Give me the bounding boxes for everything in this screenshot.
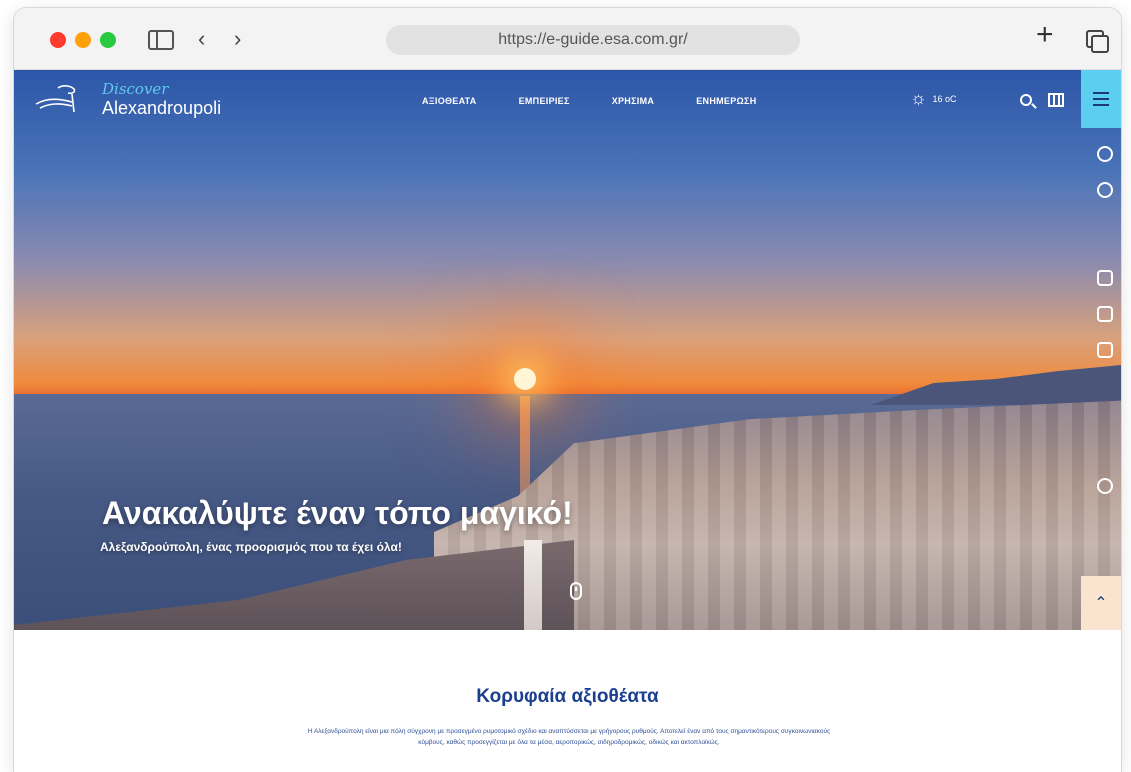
sidebar-toggle-icon[interactable] — [148, 30, 174, 50]
tabs-overview-icon[interactable] — [1086, 30, 1109, 53]
section-description: Η Αλεξανδρούπολη είναι μια πόλη σύγχρονη… — [307, 728, 831, 746]
browser-window: ‹ › https://e-guide.esa.com.gr/ + Discov… — [14, 8, 1121, 772]
chevron-up-icon: ⌃ — [1094, 595, 1108, 612]
hero-sun — [514, 368, 536, 390]
main-nav: ΑΞΙΟΘΕΑΤΑ ΕΜΠΕΙΡΙΕΣ ΧΡΗΣΙΜΑ ΕΝΗΜΕΡΩΣΗ — [422, 96, 799, 106]
nav-item-experiences[interactable]: ΕΜΠΕΙΡΙΕΣ — [519, 96, 570, 106]
logo-discover-text[interactable]: Discover — [102, 80, 168, 98]
back-to-top-button[interactable]: ⌃ — [1081, 576, 1121, 630]
scroll-down-icon[interactable] — [570, 582, 582, 600]
nav-item-sights[interactable]: ΑΞΙΟΘΕΑΤΑ — [422, 96, 477, 106]
section-title: Κορυφαία αξιοθέατα — [476, 686, 659, 707]
facebook-icon[interactable] — [1097, 270, 1113, 286]
instagram-icon[interactable] — [1097, 306, 1113, 322]
close-window-button[interactable] — [50, 32, 66, 48]
address-bar[interactable]: https://e-guide.esa.com.gr/ — [386, 25, 800, 55]
sun-icon: ☼ — [910, 88, 927, 108]
search-icon[interactable] — [1020, 94, 1032, 106]
nav-item-useful[interactable]: ΧΡΗΣΙΜΑ — [612, 96, 655, 106]
top-sights-section: Κορυφαία αξιοθέατα Η Αλεξανδρούπολη είνα… — [14, 630, 1121, 772]
lighthouse — [524, 540, 542, 630]
zoom-window-button[interactable] — [100, 32, 116, 48]
back-arrow-icon[interactable]: ‹ — [198, 26, 205, 52]
user-account-icon[interactable] — [1097, 182, 1113, 198]
logo-city-text[interactable]: Alexandroupoli — [102, 98, 221, 119]
hero-mountains — [871, 365, 1121, 405]
hero-subtitle: Αλεξανδρούπολη, ένας προορισμός που τα έ… — [100, 540, 402, 554]
site-header: Discover Alexandroupoli ΑΞΙΟΘΕΑΤΑ ΕΜΠΕΙΡ… — [14, 70, 1121, 128]
map-icon[interactable] — [1048, 93, 1064, 107]
weather-widget: ☼ 16 oC — [910, 88, 957, 109]
accessibility-icon[interactable] — [1097, 478, 1113, 494]
browser-toolbar: ‹ › https://e-guide.esa.com.gr/ + — [14, 8, 1121, 70]
logo-icon[interactable] — [32, 82, 88, 116]
globe-language-icon[interactable] — [1097, 146, 1113, 162]
menu-bar-icon — [1093, 98, 1109, 100]
new-tab-plus-icon[interactable]: + — [1036, 20, 1054, 50]
hero-banner: Discover Alexandroupoli ΑΞΙΟΘΕΑΤΑ ΕΜΠΕΙΡ… — [14, 70, 1121, 630]
menu-bar-icon — [1093, 92, 1109, 94]
forward-arrow-icon[interactable]: › — [234, 26, 241, 52]
weather-temperature: 16 oC — [932, 93, 957, 104]
menu-bar-icon — [1093, 104, 1109, 106]
youtube-icon[interactable] — [1097, 342, 1113, 358]
nav-item-news[interactable]: ΕΝΗΜΕΡΩΣΗ — [696, 96, 756, 106]
minimize-window-button[interactable] — [75, 32, 91, 48]
hamburger-menu-button[interactable] — [1081, 70, 1121, 128]
hero-title: Ανακαλύψτε έναν τόπο μαγικό! — [102, 495, 573, 531]
